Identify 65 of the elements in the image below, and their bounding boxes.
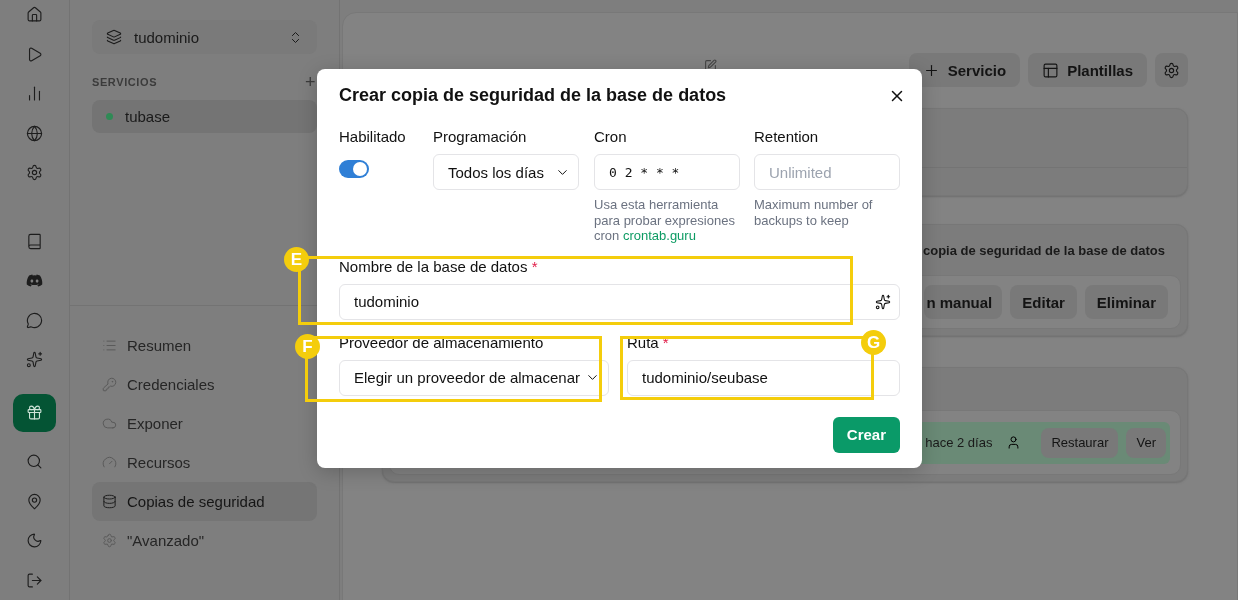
- book-icon: [26, 232, 43, 250]
- callout-badge: E: [284, 247, 309, 272]
- settings-icon: [1163, 61, 1180, 79]
- header-button[interactable]: Plantillas: [1028, 53, 1147, 87]
- nav-item[interactable]: Recursos: [92, 443, 201, 482]
- provider-select[interactable]: Elegir un proveedor de almacenar: [339, 359, 609, 396]
- nav-item[interactable]: Copias de seguridad: [92, 482, 317, 521]
- field-label: Retention: [754, 128, 819, 147]
- create-button[interactable]: Crear: [832, 416, 900, 453]
- sparkles-icon: [875, 293, 891, 310]
- stack-icon: [106, 29, 122, 45]
- edit-icon[interactable]: [704, 58, 717, 72]
- bar-chart-icon: [26, 85, 43, 103]
- user-icon: [1006, 435, 1022, 450]
- settings-button[interactable]: [1155, 53, 1188, 87]
- service-item[interactable]: tubase: [92, 100, 317, 133]
- backup-time: hace 2 días: [925, 435, 993, 450]
- cron-field[interactable]: 0 2 * * *: [594, 154, 740, 190]
- nav-item[interactable]: Exponer: [92, 404, 193, 443]
- map-pin-icon: [26, 492, 43, 510]
- play-icon: [26, 45, 43, 63]
- section-label: SERVICIOS: [92, 76, 158, 88]
- backup-action-button[interactable]: Eliminar: [1084, 285, 1168, 319]
- sidebar-nav-button[interactable]: [13, 393, 56, 432]
- callout-badge: F: [295, 334, 320, 359]
- chat-icon: [26, 311, 43, 329]
- header-button[interactable]: Servicio: [908, 53, 1021, 87]
- settings-icon: [102, 533, 117, 548]
- field-label: Cron: [594, 128, 627, 147]
- help-text: Usa esta herramienta para probar expresiones cron crontab.guru: [594, 197, 736, 244]
- enabled-toggle[interactable]: [339, 160, 369, 178]
- retention-field[interactable]: Unlimited: [754, 154, 900, 190]
- backup-row-button[interactable]: Ver: [1126, 427, 1166, 458]
- add-service-button[interactable]: +: [305, 71, 317, 93]
- dialog-title: Crear copia de seguridad de la base de datos: [339, 85, 727, 106]
- logout-icon: [26, 571, 43, 589]
- search-icon: [26, 453, 43, 471]
- database-icon: [102, 494, 117, 509]
- nav-item[interactable]: Credenciales: [92, 365, 225, 404]
- globe-icon: [26, 124, 43, 142]
- backup-action-button[interactable]: Editar: [1010, 285, 1077, 319]
- card-title: copia de seguridad de la base de datos: [922, 242, 1165, 258]
- sparkles-icon: [26, 351, 43, 369]
- nav-item[interactable]: "Avanzado": [92, 521, 215, 560]
- gauge-icon: [102, 455, 117, 470]
- moon-icon: [26, 532, 43, 550]
- field-label: Nombre de la base de datos *: [339, 257, 538, 277]
- database-name-field[interactable]: tudominio: [339, 283, 900, 320]
- backup-row-button[interactable]: Restaurar: [1041, 427, 1119, 458]
- field-label: Habilitado: [339, 128, 406, 147]
- list-icon: [102, 338, 117, 353]
- schedule-select[interactable]: Todos los días: [433, 154, 579, 190]
- help-text: Maximum number of backups to keep: [754, 197, 874, 228]
- gift-icon: [26, 404, 43, 422]
- nav-item[interactable]: Resumen: [92, 326, 202, 365]
- key-icon: [102, 377, 117, 392]
- home-icon: [26, 6, 43, 24]
- field-label: Programación: [433, 128, 527, 147]
- path-field[interactable]: tudominio/seubase: [627, 359, 900, 396]
- cloud-icon: [102, 416, 117, 431]
- help-link[interactable]: crontab.guru: [622, 228, 696, 243]
- backup-action-button[interactable]: n manual: [924, 285, 1003, 319]
- project-selector[interactable]: tudominio: [92, 20, 317, 54]
- settings-icon: [26, 164, 43, 182]
- layout-icon: [1042, 61, 1060, 79]
